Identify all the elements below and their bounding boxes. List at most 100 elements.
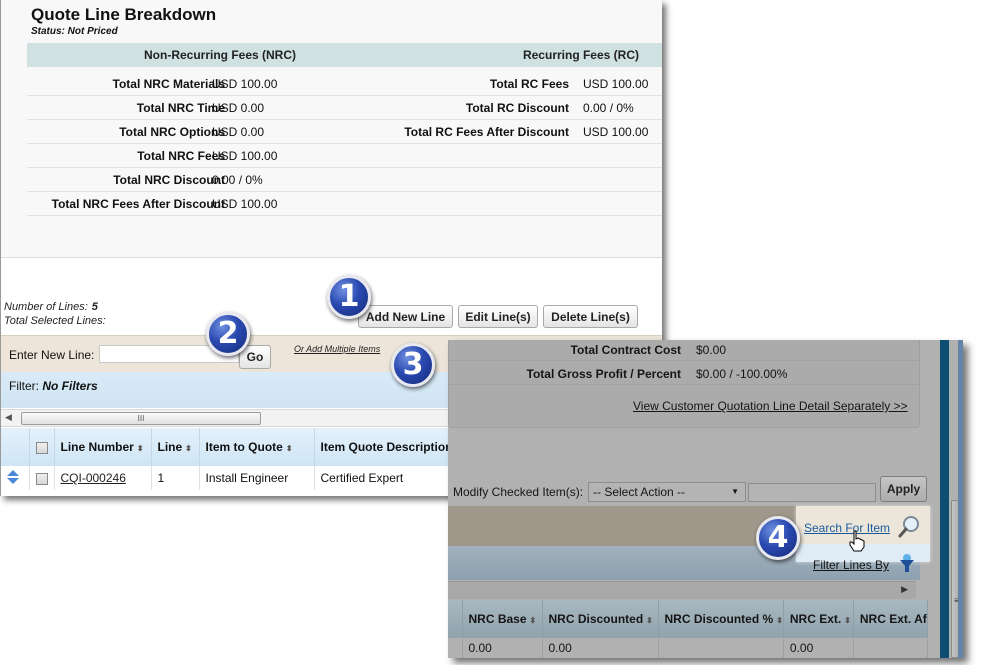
- status-text: Status: Not Priced: [31, 26, 118, 37]
- summary-value: $0.00: [696, 343, 727, 357]
- sort-icon[interactable]: ⬍: [137, 444, 144, 453]
- summary-label: Total Contract Cost: [570, 343, 681, 357]
- column-label: NRC Discounted %: [664, 612, 774, 626]
- scroll-left-arrow-icon[interactable]: ◀: [5, 412, 12, 423]
- rc-label: Total RC Fees After Discount: [404, 125, 569, 139]
- rc-label: Total RC Fees: [489, 77, 569, 91]
- nrc-table: NRC Base ⬍ NRC Discounted ⬍ NRC Discounted…: [448, 600, 928, 658]
- sort-icon[interactable]: ⬍: [844, 616, 851, 625]
- chevron-down-icon: ▼: [731, 487, 739, 496]
- add-multiple-items-link[interactable]: Or Add Multiple Items: [294, 344, 380, 354]
- nrc-label: Total NRC Fees After Discount: [51, 197, 225, 211]
- column-label: NRC Ext.: [789, 612, 842, 626]
- callout-badge-2: 2: [206, 312, 250, 356]
- nrc-value: USD 0.00: [212, 101, 265, 115]
- fee-rows: Total NRC Materials USD 100.00 Total RC …: [27, 72, 662, 216]
- action-value-input[interactable]: [748, 483, 876, 502]
- nrc-header: Non-Recurring Fees (NRC): [144, 48, 297, 62]
- sort-icon[interactable]: ⬍: [776, 616, 783, 625]
- hand-cursor-icon: [849, 530, 865, 552]
- fee-row: Total NRC Fees After Discount USD 100.00: [27, 192, 662, 216]
- partial-cell: [448, 638, 463, 658]
- column-header-partial: [448, 600, 463, 638]
- move-column-header: [1, 428, 30, 466]
- column-header-nrc-base[interactable]: NRC Base ⬍: [462, 600, 543, 638]
- side-frame-blue: [958, 340, 963, 658]
- column-label: Line: [157, 440, 183, 454]
- rc-value: USD 100.00: [583, 77, 649, 91]
- nrc-value: USD 100.00: [212, 149, 278, 163]
- line-count-label: Number of Lines:: [4, 301, 88, 313]
- rc-value: USD 100.00: [583, 125, 649, 139]
- select-all-header: [29, 428, 55, 466]
- fee-row: Total NRC Options USD 0.00 Total RC Fees…: [27, 120, 662, 144]
- column-header-nrc-ext[interactable]: NRC Ext. ⬍: [783, 600, 854, 638]
- fee-row: Total NRC Time USD 0.00 Total RC Discoun…: [27, 96, 662, 120]
- nrc-value: USD 0.00: [212, 125, 265, 139]
- column-header-nrc-discounted-pct[interactable]: NRC Discounted % ⬍: [658, 600, 784, 638]
- summary-value: $0.00 / -100.00%: [696, 367, 788, 381]
- line-counts: Number of Lines: 5 Total Selected Lines:: [4, 300, 106, 328]
- rc-value: 0.00 / 0%: [583, 101, 634, 115]
- selected-lines-label: Total Selected Lines:: [4, 315, 106, 327]
- nrc-ext-cell: 0.00: [783, 638, 854, 658]
- nrc-base-cell: 0.00: [462, 638, 543, 658]
- filter-value: No Filters: [42, 379, 98, 393]
- line-number-cell: CQI-000246: [54, 466, 152, 490]
- fee-row: Total NRC Materials USD 100.00 Total RC …: [27, 72, 662, 96]
- nrc-value: USD 100.00: [212, 77, 278, 91]
- quote-line-breakdown: Quote Line Breakdown Status: Not Priced …: [1, 0, 662, 258]
- nrc-value: 0.00 / 0%: [212, 173, 263, 187]
- magnifier-icon[interactable]: [897, 515, 921, 539]
- callout-badge-3: 3: [391, 343, 435, 387]
- edit-lines-button[interactable]: Edit Line(s): [458, 305, 538, 328]
- column-label: Item Quote Description: [320, 440, 453, 454]
- column-header-nrc-ext-after[interactable]: NRC Ext. Af: [853, 600, 928, 638]
- column-label: NRC Discounted: [548, 612, 644, 626]
- callout-badge-4: 4: [756, 516, 800, 560]
- scroll-right-arrow-icon[interactable]: ▶: [901, 584, 908, 595]
- column-header-nrc-discounted[interactable]: NRC Discounted ⬍: [542, 600, 659, 638]
- scrollbar-thumb[interactable]: III: [21, 412, 261, 425]
- fee-row: Total NRC Discount 0.00 / 0%: [27, 168, 662, 192]
- filter-label-text: Filter:: [9, 379, 39, 393]
- column-header-line[interactable]: Line ⬍: [151, 428, 200, 466]
- filter-funnel-icon[interactable]: [899, 553, 915, 573]
- rc-header: Recurring Fees (RC): [522, 48, 639, 62]
- line-count-value: 5: [91, 301, 98, 313]
- nrc-value: USD 100.00: [212, 197, 278, 211]
- sort-icon[interactable]: ⬍: [646, 616, 653, 625]
- sort-icon[interactable]: ⬍: [286, 444, 293, 453]
- table-row: 0.00 0.00 0.00: [448, 638, 928, 658]
- column-label: NRC Base: [468, 612, 527, 626]
- rc-label: Total RC Discount: [465, 101, 569, 115]
- row-checkbox[interactable]: [35, 472, 48, 485]
- nrc-discounted-cell: 0.00: [542, 638, 659, 658]
- filter-lines-link[interactable]: Filter Lines By: [813, 558, 889, 572]
- view-line-detail-link[interactable]: View Customer Quotation Line Detail Sepa…: [633, 399, 908, 413]
- new-line-label: Enter New Line:: [9, 348, 95, 362]
- delete-lines-button[interactable]: Delete Line(s): [543, 305, 638, 328]
- reorder-arrows-icon[interactable]: [7, 469, 19, 484]
- nrc-ext-after-cell: [853, 638, 928, 658]
- horizontal-scrollbar[interactable]: ▶: [448, 581, 916, 599]
- add-new-line-button[interactable]: Add New Line: [358, 305, 453, 328]
- apply-button[interactable]: Apply: [880, 476, 927, 502]
- nrc-label: Total NRC Options: [119, 125, 225, 139]
- sort-icon[interactable]: ⬍: [530, 616, 537, 625]
- summary-row: Total Gross Profit / Percent $0.00 / -10…: [449, 361, 921, 385]
- column-header-line-number[interactable]: Line Number ⬍: [54, 428, 152, 466]
- sort-icon[interactable]: ⬍: [185, 444, 192, 453]
- action-select[interactable]: -- Select Action -- ▼: [588, 482, 746, 502]
- callout-badge-1: 1: [327, 275, 371, 319]
- side-frame-dark: [940, 340, 949, 658]
- item-cell: Install Engineer: [199, 466, 315, 490]
- column-label: Line Number: [60, 440, 134, 454]
- column-header-item-to-quote[interactable]: Item to Quote ⬍: [199, 428, 315, 466]
- summary-row: Total Contract Cost $0.00: [449, 340, 921, 361]
- line-number-link[interactable]: CQI-000246: [61, 471, 126, 485]
- nrc-label: Total NRC Discount: [113, 173, 225, 187]
- line-cell: 1: [151, 466, 200, 490]
- select-cell: [29, 466, 55, 490]
- select-all-checkbox[interactable]: [35, 441, 48, 454]
